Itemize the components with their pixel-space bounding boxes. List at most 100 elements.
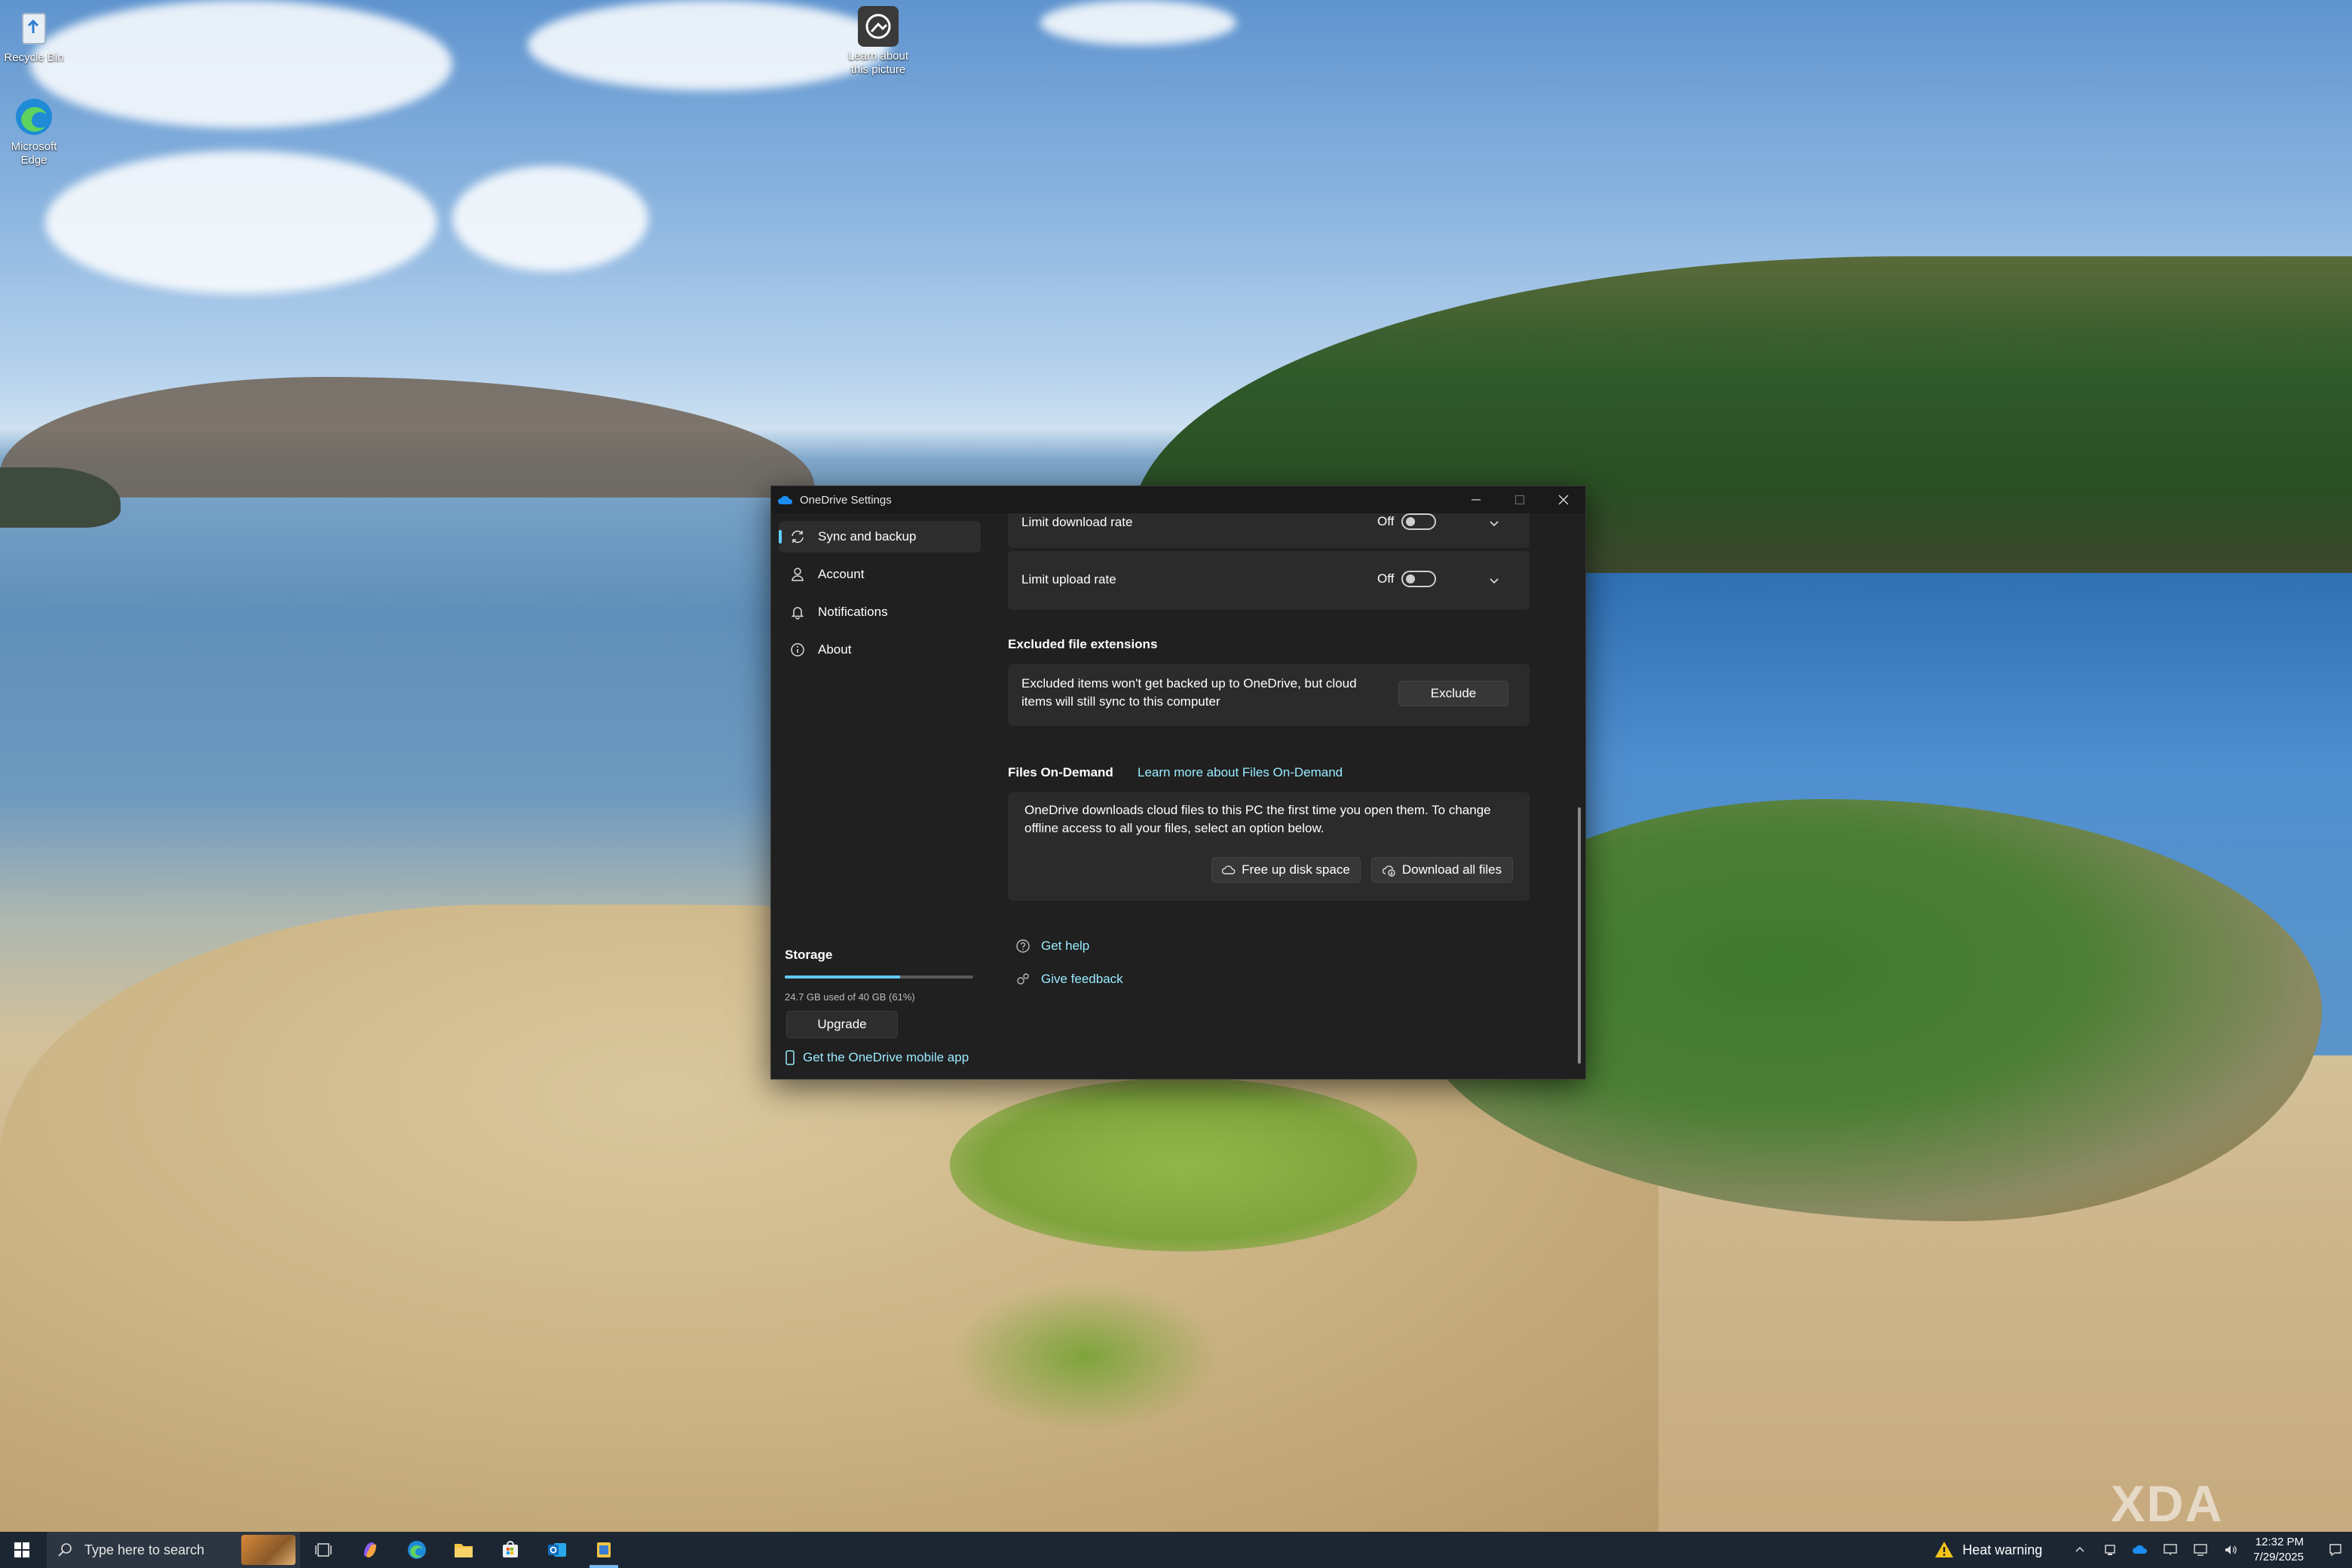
storage-progress-bar — [785, 975, 973, 978]
taskbar-search-box[interactable]: Type here to search — [47, 1532, 300, 1568]
active-indicator — [779, 530, 782, 544]
search-highlight-image — [241, 1535, 296, 1565]
onedrive-cloud-icon — [777, 495, 794, 505]
heat-warning-widget[interactable]: Heat warning — [1934, 1540, 2042, 1560]
network-icon — [2194, 1544, 2207, 1556]
exclude-button[interactable]: Exclude — [1398, 681, 1508, 706]
files-on-demand-title: Files On-Demand — [1008, 765, 1113, 779]
taskbar: Type here to search Heat warning 12:32 P… — [0, 1532, 2352, 1568]
limit-download-label: Limit download rate — [1021, 515, 1133, 529]
info-icon — [789, 642, 806, 658]
desktop-icon-label: Recycle Bin — [4, 51, 64, 64]
free-up-disk-space-button[interactable]: Free up disk space — [1211, 857, 1361, 883]
taskbar-store[interactable] — [487, 1532, 534, 1568]
maximize-button[interactable] — [1498, 486, 1542, 513]
taskbar-copilot[interactable] — [347, 1532, 394, 1568]
upgrade-button[interactable]: Upgrade — [786, 1011, 898, 1038]
limit-upload-toggle-group: Off — [1377, 571, 1437, 587]
network-button[interactable] — [2185, 1543, 2216, 1557]
download-all-files-button[interactable]: Download all files — [1371, 857, 1513, 883]
taskbar-file-explorer[interactable] — [440, 1532, 487, 1568]
tray-display-button[interactable] — [2155, 1543, 2185, 1557]
task-view-button[interactable] — [300, 1532, 347, 1568]
sidebar-item-label: About — [818, 642, 852, 657]
onedrive-settings-window: OneDrive Settings Sync and backup Accoun… — [770, 485, 1586, 1080]
show-hidden-icons-button[interactable] — [2065, 1544, 2095, 1556]
sidebar-item-sync-and-backup[interactable]: Sync and backup — [779, 521, 981, 553]
window-title: OneDrive Settings — [800, 493, 892, 507]
window-controls — [1454, 486, 1585, 513]
content-scrollbar[interactable] — [1578, 807, 1581, 1064]
sidebar-item-notifications[interactable]: Notifications — [779, 596, 981, 628]
close-button[interactable] — [1542, 486, 1585, 513]
learn-more-files-on-demand-link[interactable]: Learn more about Files On-Demand — [1138, 765, 1343, 780]
cloud — [30, 0, 452, 128]
taskbar-onedrive-settings[interactable] — [580, 1532, 627, 1568]
storage-progress-fill — [785, 975, 900, 978]
sidebar-item-about[interactable]: About — [779, 634, 981, 666]
get-help-link[interactable]: Get help — [1015, 939, 1089, 954]
desktop-icon-label: Microsoft Edge — [11, 140, 57, 167]
limit-download-toggle[interactable] — [1401, 513, 1437, 530]
windows-logo-icon — [14, 1542, 29, 1557]
phone-icon — [785, 1050, 795, 1065]
person-icon — [789, 566, 806, 583]
limit-download-toggle-group: Off — [1377, 513, 1437, 530]
sidebar: Sync and backup Account Notifications Ab… — [771, 513, 990, 1077]
cloud — [528, 0, 890, 90]
give-feedback-label: Give feedback — [1041, 972, 1123, 986]
free-up-disk-space-label: Free up disk space — [1242, 862, 1350, 877]
clock-time: 12:32 PM — [2255, 1536, 2304, 1548]
get-mobile-app-link[interactable]: Get the OneDrive mobile app — [785, 1050, 969, 1065]
sidebar-item-label: Account — [818, 567, 865, 581]
tray-app-button[interactable] — [2095, 1543, 2125, 1557]
sidebar-item-account[interactable]: Account — [779, 559, 981, 590]
toggle-knob — [1406, 517, 1416, 526]
search-icon — [58, 1543, 72, 1557]
camera-icon — [858, 6, 899, 47]
cloud — [452, 166, 648, 271]
chevron-down-icon[interactable] — [1487, 574, 1501, 587]
taskbar-edge[interactable] — [394, 1532, 440, 1568]
give-feedback-link[interactable]: Give feedback — [1015, 972, 1123, 987]
clock-date: 7/29/2025 — [2253, 1551, 2304, 1563]
warning-icon — [1935, 1542, 1954, 1557]
title-bar[interactable]: OneDrive Settings — [771, 486, 1585, 513]
get-mobile-app-label: Get the OneDrive mobile app — [803, 1050, 969, 1064]
clock[interactable]: 12:32 PM 7/29/2025 — [2253, 1535, 2304, 1565]
start-button[interactable] — [0, 1532, 44, 1568]
notification-center-button[interactable] — [2319, 1542, 2352, 1557]
files-on-demand-description-line: offline access to all your files, select… — [1024, 821, 1325, 835]
files-on-demand-description-line: OneDrive downloads cloud files to this P… — [1024, 803, 1491, 817]
learn-about-picture-desktop-icon[interactable]: Learn about this picture — [844, 6, 912, 77]
edge-icon — [408, 1541, 426, 1559]
minimize-icon — [1472, 499, 1481, 501]
recycle-bin-desktop-icon[interactable]: Recycle Bin — [0, 8, 68, 65]
tray-onedrive-button[interactable] — [2125, 1543, 2155, 1557]
toggle-state-text: Off — [1377, 571, 1395, 586]
limit-download-card[interactable]: Limit download rate Off — [1008, 513, 1530, 548]
storage-title: Storage — [785, 948, 833, 962]
download-all-files-label: Download all files — [1401, 862, 1502, 877]
notification-icon — [2329, 1544, 2341, 1557]
chevron-up-icon — [2075, 1546, 2084, 1552]
grass-patch — [950, 1282, 1221, 1432]
limit-upload-toggle[interactable] — [1401, 571, 1437, 587]
speaker-icon — [2225, 1545, 2237, 1554]
limit-upload-card[interactable]: Limit upload rate Off — [1008, 551, 1530, 610]
excluded-description: Excluded items won't get backed up to On… — [1021, 675, 1357, 711]
microsoft-edge-desktop-icon[interactable]: Microsoft Edge — [0, 96, 68, 167]
heat-warning-label: Heat warning — [1962, 1542, 2043, 1557]
search-placeholder: Type here to search — [84, 1542, 205, 1557]
storage-usage-text: 24.7 GB used of 40 GB (61%) — [785, 991, 915, 1003]
chevron-down-icon[interactable] — [1487, 516, 1501, 530]
volume-button[interactable] — [2216, 1543, 2246, 1557]
bell-icon — [789, 604, 806, 620]
system-tray: Heat warning 12:32 PM 7/29/2025 — [1934, 1532, 2352, 1568]
minimize-button[interactable] — [1454, 486, 1498, 513]
desktop-icon-label: Learn about this picture — [847, 50, 909, 76]
taskbar-outlook[interactable] — [534, 1532, 580, 1568]
limit-upload-label: Limit upload rate — [1021, 572, 1116, 586]
onedrive-cloud-icon — [2133, 1545, 2148, 1554]
toggle-state-text: Off — [1377, 514, 1395, 528]
